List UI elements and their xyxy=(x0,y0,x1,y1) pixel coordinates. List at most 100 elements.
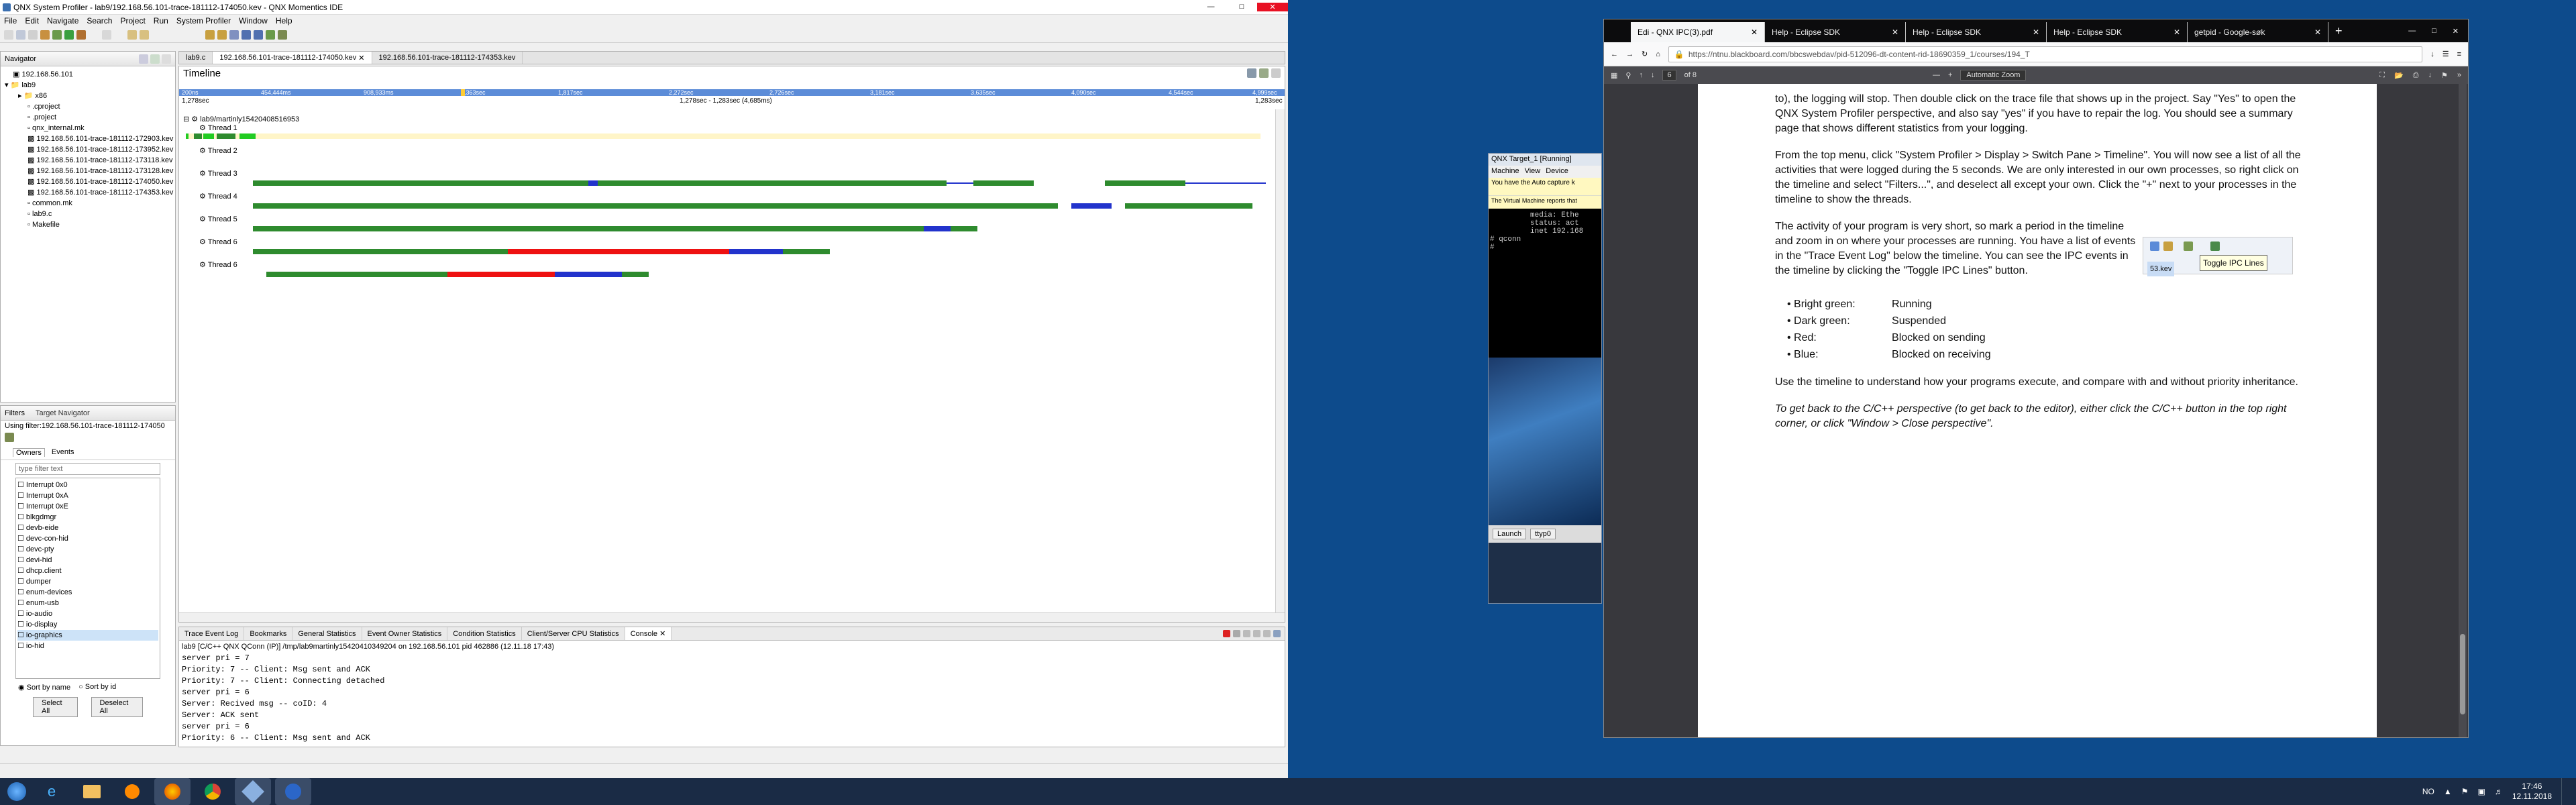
page-number-input[interactable]: 6 xyxy=(1662,70,1676,80)
navigator-title[interactable]: Navigator xyxy=(5,55,36,63)
tab-lab9-c[interactable]: lab9.c xyxy=(179,52,213,64)
owner-item[interactable]: ☐ devb-eide xyxy=(17,523,158,533)
owner-item[interactable]: ☐ enum-usb xyxy=(17,598,158,608)
owner-item[interactable]: ☐ Interrupt 0xA xyxy=(17,490,158,501)
owner-item[interactable]: ☐ Interrupt 0xE xyxy=(17,501,158,512)
download-pdf-icon[interactable]: ↓ xyxy=(2428,71,2432,80)
vm-ttyp-button[interactable]: ttyp0 xyxy=(1530,529,1556,539)
tree-item-trace[interactable]: ▩ 192.168.56.101-trace-181112-174050.kev xyxy=(5,176,175,187)
tree-item-trace[interactable]: ▩ 192.168.56.101-trace-181112-174353.kev xyxy=(5,187,175,198)
chrome-icon[interactable] xyxy=(195,778,231,805)
tab-condition-statistics[interactable]: Condition Statistics xyxy=(447,627,522,640)
tray-arrow-icon[interactable]: ▲ xyxy=(2444,787,2452,796)
tree-item-trace[interactable]: ▩ 192.168.56.101-trace-181112-173128.kev xyxy=(5,166,175,176)
vm-notice[interactable]: You have the Auto capture k xyxy=(1489,178,1601,195)
pdf-scroll-thumb[interactable] xyxy=(2460,634,2465,714)
sort-by-id-radio[interactable]: ○ Sort by id xyxy=(78,683,116,692)
zoom-select[interactable]: Automatic Zoom xyxy=(1960,70,2027,80)
ipc-lines-icon[interactable] xyxy=(266,30,275,40)
presentation-icon[interactable]: ⛶ xyxy=(2379,71,2385,80)
forward-icon[interactable] xyxy=(140,30,149,40)
menu-navigate[interactable]: Navigate xyxy=(47,16,78,25)
owner-item[interactable]: ☐ devc-pty xyxy=(17,544,158,555)
tree-item-file[interactable]: ▫ qnx_internal.mk xyxy=(5,123,175,133)
tab-console[interactable]: Console ✕ xyxy=(625,627,672,640)
start-button[interactable] xyxy=(0,778,34,805)
thread-row-3[interactable]: ⚙ Thread 3 xyxy=(179,168,1273,186)
flag-icon[interactable]: ⚑ xyxy=(2461,787,2469,796)
tab-filters[interactable]: Filters xyxy=(5,409,25,417)
owner-item[interactable]: ☐ io-hid xyxy=(17,641,158,651)
link-editor-icon[interactable] xyxy=(150,54,160,64)
run-icon[interactable] xyxy=(64,30,74,40)
external-tools-icon[interactable] xyxy=(76,30,86,40)
build-icon[interactable] xyxy=(40,30,50,40)
virtualbox-icon[interactable] xyxy=(235,778,271,805)
tree-item-target[interactable]: ▣ 192.168.56.101 xyxy=(5,69,175,80)
owner-item[interactable]: ☐ io-graphics xyxy=(17,630,158,641)
menu-run[interactable]: Run xyxy=(154,16,168,25)
network-icon[interactable]: ▣ xyxy=(2477,787,2485,796)
terminate-icon[interactable] xyxy=(1223,630,1230,637)
explorer-icon[interactable] xyxy=(74,778,110,805)
tab-general-statistics[interactable]: General Statistics xyxy=(292,627,362,640)
owner-item[interactable]: ☐ io-audio xyxy=(17,608,158,619)
owner-item[interactable]: ☐ io-display xyxy=(17,619,158,630)
timeline-vscroll[interactable] xyxy=(1275,109,1285,612)
filter-icon[interactable] xyxy=(278,30,287,40)
language-indicator[interactable]: NO xyxy=(2422,787,2434,796)
thread-row-2[interactable]: ⚙ Thread 2 xyxy=(179,146,1273,162)
next-page-icon[interactable]: ↓ xyxy=(1651,71,1655,79)
pane-switch-icon[interactable] xyxy=(1247,68,1256,78)
filter-text-input[interactable]: type filter text xyxy=(15,463,160,475)
tab-bookmarks[interactable]: Bookmarks xyxy=(244,627,293,640)
owner-item[interactable]: ☐ enum-devices xyxy=(17,587,158,598)
ff-tab-pdf[interactable]: Edi - QNX IPC(3).pdf ✕ xyxy=(1631,22,1765,42)
tab-event-owner-statistics[interactable]: Event Owner Statistics xyxy=(362,627,448,640)
menu-system-profiler[interactable]: System Profiler xyxy=(176,16,231,25)
menu-edit[interactable]: Edit xyxy=(25,16,39,25)
tree-item-trace[interactable]: ▩ 192.168.56.101-trace-181112-173952.kev xyxy=(5,144,175,155)
tab-trace-174353[interactable]: 192.168.56.101-trace-181112-174353.kev xyxy=(372,52,523,64)
maximize-icon[interactable]: □ xyxy=(1226,3,1257,11)
owner-item[interactable]: ☐ dhcp.client xyxy=(17,566,158,576)
display-console-icon[interactable] xyxy=(1273,630,1281,637)
url-bar[interactable]: 🔒 https://ntnu.blackboard.com/bbcswebdav… xyxy=(1668,46,2423,62)
back-arrow-icon[interactable]: ← xyxy=(1611,50,1618,58)
firefox-icon[interactable] xyxy=(154,778,191,805)
scroll-lock-icon[interactable] xyxy=(1253,630,1260,637)
clock[interactable]: 17:46 12.11.2018 xyxy=(2512,782,2552,802)
owner-item[interactable]: ☐ devc-con-hid xyxy=(17,533,158,544)
view-menu-icon[interactable] xyxy=(162,54,171,64)
forward-arrow-icon[interactable]: → xyxy=(1626,50,1633,58)
ff-tab-help[interactable]: Help - Eclipse SDK ✕ xyxy=(1906,22,2047,42)
vm-menu-machine[interactable]: Machine xyxy=(1491,167,1519,176)
thread-row-1[interactable]: ⚙ Thread 1 xyxy=(179,123,1273,139)
tree-item-trace[interactable]: ▩ 192.168.56.101-trace-181112-173118.kev xyxy=(5,155,175,166)
save-icon[interactable] xyxy=(16,30,25,40)
select-all-button[interactable]: Select All xyxy=(33,697,78,717)
tree-item-project[interactable]: ▾ 📁 lab9 xyxy=(5,80,175,91)
vm-menu-view[interactable]: View xyxy=(1525,167,1541,176)
menu-search[interactable]: Search xyxy=(87,16,112,25)
ff-maximize-icon[interactable]: □ xyxy=(2432,27,2436,36)
minimize-icon[interactable]: — xyxy=(1195,3,1226,11)
tab-client-server-cpu-statistics[interactable]: Client/Server CPU Statistics xyxy=(522,627,625,640)
pane-menu-icon[interactable] xyxy=(1259,68,1269,78)
tools-icon[interactable]: » xyxy=(2457,71,2461,80)
menu-window[interactable]: Window xyxy=(239,16,268,25)
downloads-icon[interactable]: ↓ xyxy=(2430,50,2434,58)
reload-icon[interactable]: ↻ xyxy=(1642,50,1648,58)
menu-project[interactable]: Project xyxy=(120,16,145,25)
tab-trace-event-log[interactable]: Trace Event Log xyxy=(179,627,245,640)
thread-row-7[interactable]: ⚙ Thread 6 xyxy=(179,260,1273,277)
open-file-icon[interactable]: 📂 xyxy=(2394,71,2404,80)
print-icon[interactable] xyxy=(28,30,38,40)
ie-icon[interactable]: e xyxy=(34,778,70,805)
pdf-scrollbar[interactable] xyxy=(2459,84,2467,737)
vm-launch-button[interactable]: Launch xyxy=(1493,529,1527,539)
tab-trace-174050[interactable]: 192.168.56.101-trace-181112-174050.kev ✕ xyxy=(213,52,372,64)
library-icon[interactable]: ☰ xyxy=(2443,50,2449,58)
menu-icon[interactable]: ≡ xyxy=(2457,50,2461,58)
prev-page-icon[interactable]: ↑ xyxy=(1639,71,1643,79)
